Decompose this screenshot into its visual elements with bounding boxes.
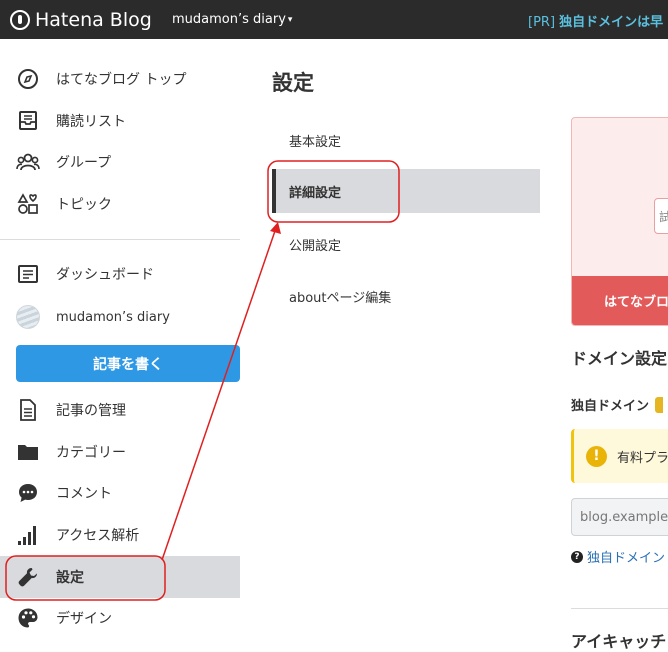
pr-prefix: [PR] (528, 15, 556, 30)
document-icon (16, 398, 40, 422)
warning-icon: ! (586, 445, 607, 467)
settings-nav-publish[interactable]: 公開設定 (272, 222, 540, 266)
sidebar-item-label: 記事の管理 (56, 403, 126, 419)
sidebar-item-topics[interactable]: トピック (0, 183, 240, 225)
settings-nav-advanced[interactable]: 詳細設定 (272, 169, 540, 213)
sidebar-item-label: コメント (56, 486, 112, 502)
compass-icon (16, 67, 40, 91)
blog-switcher[interactable]: mudamon’s diary ▾ (172, 12, 292, 27)
sidebar-divider (0, 239, 240, 240)
settings-nav-basic[interactable]: 基本設定 (272, 118, 540, 162)
write-article-button[interactable]: 記事を書く (16, 345, 240, 382)
sidebar-item-analytics[interactable]: アクセス解析 (0, 514, 240, 556)
sidebar-item-categories[interactable]: カテゴリー (0, 431, 240, 473)
sidebar: はてなブログ トップ 購読リスト グループ トピック ダッシュボード mudam… (0, 39, 240, 643)
pr-banner-link[interactable]: [PR] 独自ドメインは早 (528, 11, 663, 30)
chevron-down-icon: ▾ (287, 14, 293, 25)
custom-domain-label-text: 独自ドメイン (571, 399, 650, 414)
custom-domain-help-link[interactable]: ? 独自ドメイン (571, 547, 665, 566)
sidebar-item-label: 購読リスト (56, 114, 126, 130)
logo-text: Hatena Blog (35, 9, 152, 31)
topic-shapes-icon (16, 192, 40, 216)
custom-domain-input[interactable]: blog.example (571, 498, 668, 536)
paid-plan-notice: ! 有料プラ (571, 429, 668, 483)
sidebar-item-subscriptions[interactable]: 購読リスト (0, 100, 240, 142)
page-title: 設定 (272, 71, 314, 95)
group-icon (16, 150, 40, 174)
promo-card: 試 はてなブロ (571, 117, 668, 326)
comment-icon (16, 481, 40, 505)
sidebar-item-label: アクセス解析 (56, 528, 140, 544)
inbox-icon (16, 109, 40, 133)
sidebar-item-label: カテゴリー (56, 445, 126, 461)
notice-text: 有料プラ (617, 450, 668, 466)
top-bar: Hatena Blog mudamon’s diary ▾ [PR] 独自ドメイ… (0, 0, 668, 39)
domain-settings-heading: ドメイン設定 (571, 349, 668, 368)
pr-text: 独自ドメインは早 (559, 15, 664, 30)
wrench-icon (16, 565, 40, 589)
hatena-logo-icon (10, 10, 30, 30)
sidebar-item-dashboard[interactable]: ダッシュボード (0, 253, 240, 295)
sidebar-item-groups[interactable]: グループ (0, 141, 240, 183)
sidebar-item-label: トピック (56, 197, 112, 213)
sidebar-item-design[interactable]: デザイン (0, 597, 240, 639)
sidebar-item-label: ダッシュボード (56, 267, 154, 283)
sidebar-item-label: はてなブログ トップ (56, 72, 187, 88)
settings-nav-about-page[interactable]: aboutページ編集 (272, 274, 540, 318)
sidebar-item-label: デザイン (56, 611, 112, 627)
avatar (16, 305, 40, 329)
promo-input[interactable]: 試 (654, 198, 668, 234)
folder-icon (16, 440, 40, 464)
sidebar-item-settings[interactable]: 設定 (0, 556, 240, 598)
sidebar-item-label: グループ (56, 155, 112, 171)
blog-switcher-label: mudamon’s diary (172, 12, 286, 27)
sidebar-item-manage-articles[interactable]: 記事の管理 (0, 389, 240, 431)
custom-domain-label: 独自ドメイン (571, 395, 664, 414)
help-icon: ? (571, 550, 583, 563)
bar-chart-icon (16, 523, 40, 547)
section-divider (571, 608, 668, 609)
promo-button[interactable]: はてなブロ (572, 276, 668, 325)
eyecatch-heading: アイキャッチ (571, 632, 667, 651)
sidebar-item-hatena-top[interactable]: はてなブログ トップ (0, 58, 240, 100)
hatena-blog-logo[interactable]: Hatena Blog (10, 8, 152, 32)
sidebar-item-label: mudamon’s diary (56, 309, 170, 325)
dashboard-icon (16, 262, 40, 286)
pro-badge (655, 396, 664, 413)
sidebar-item-comments[interactable]: コメント (0, 472, 240, 514)
help-link-text: 独自ドメイン (587, 551, 666, 566)
sidebar-item-label: 設定 (56, 570, 84, 586)
palette-icon (16, 606, 40, 630)
sidebar-item-blog[interactable]: mudamon’s diary (0, 296, 240, 338)
